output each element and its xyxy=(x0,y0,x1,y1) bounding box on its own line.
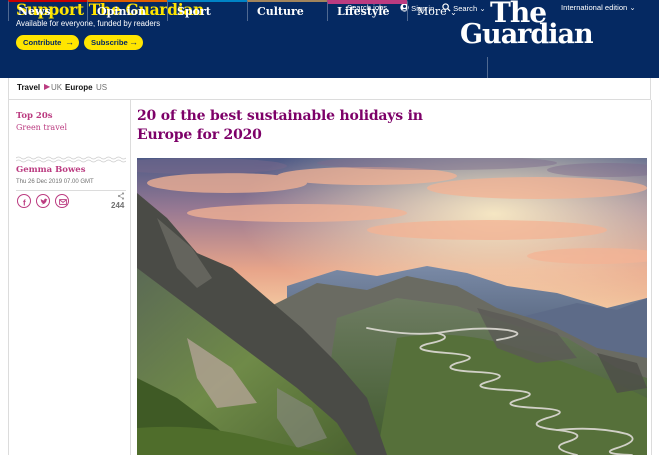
nav-more-label: More xyxy=(417,5,447,18)
nav-divider xyxy=(487,57,488,78)
arrow-right-icon: → xyxy=(129,37,138,47)
subscribe-button[interactable]: Subscribe → xyxy=(84,35,143,50)
nav-news[interactable]: News xyxy=(8,0,87,21)
breadcrumb-europe[interactable]: Europe xyxy=(65,83,93,92)
breadcrumb-uk[interactable]: UK xyxy=(51,83,62,92)
author-byline[interactable]: Gemma Bowes xyxy=(16,165,86,175)
main-nav xyxy=(0,57,659,78)
chevron-down-icon: ⌄ xyxy=(450,8,457,17)
contribute-label: Contribute xyxy=(23,38,62,47)
subscribe-label: Subscribe xyxy=(91,38,128,47)
publish-date: Thu 26 Dec 2019 07.00 GMT xyxy=(16,179,94,185)
contribute-button[interactable]: Contribute → xyxy=(16,35,79,50)
share-count-icon xyxy=(117,192,125,200)
column-divider xyxy=(130,100,131,455)
caret-right-icon: ▶ xyxy=(44,82,51,91)
nav-culture[interactable]: Culture xyxy=(247,0,327,21)
share-count: 244 xyxy=(111,201,125,210)
mountain-landscape-image xyxy=(137,158,647,455)
breadcrumb-us[interactable]: US xyxy=(96,83,107,92)
share-facebook-button[interactable]: f xyxy=(17,194,31,208)
hero-image[interactable] xyxy=(137,158,647,455)
share-twitter-button[interactable] xyxy=(36,194,50,208)
arrow-right-icon: → xyxy=(65,37,74,47)
series-link[interactable]: Top 20s xyxy=(16,111,53,121)
breadcrumb-travel[interactable]: Travel xyxy=(17,83,40,92)
nav-more[interactable]: More ⌄ xyxy=(407,0,487,21)
page-border-left xyxy=(8,100,9,455)
logo-guardian: Guardian xyxy=(460,19,594,50)
nav-sport[interactable]: Sport xyxy=(167,0,247,21)
nav-lifestyle[interactable]: Lifestyle xyxy=(327,0,407,21)
nav-opinion[interactable]: Opinion xyxy=(87,0,167,21)
share-email-button[interactable] xyxy=(55,194,69,208)
meta-divider xyxy=(16,190,126,191)
page-border-right xyxy=(651,100,652,455)
section-link[interactable]: Green travel xyxy=(16,123,67,132)
chevron-down-icon: ⌄ xyxy=(629,3,636,12)
wavy-divider xyxy=(16,156,126,163)
breadcrumb: Travel ▶ UK Europe US xyxy=(8,78,651,100)
article-headline: 20 of the best sustainable holidays in E… xyxy=(137,108,423,143)
svg-text:f: f xyxy=(23,198,26,206)
